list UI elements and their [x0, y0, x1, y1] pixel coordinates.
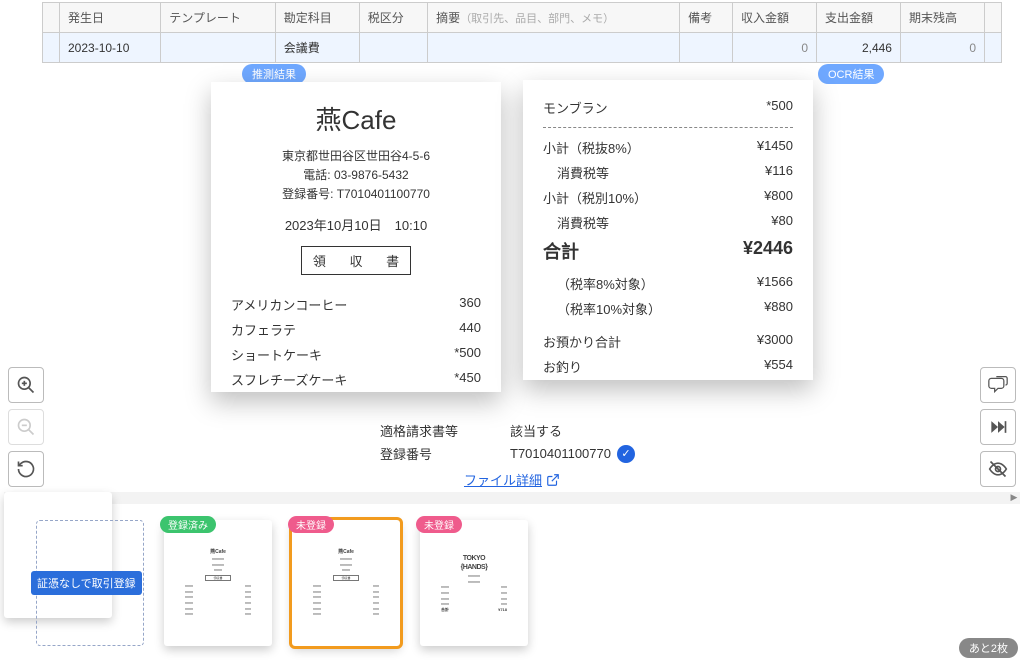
mini-receipt-preview: 燕Cafe xxxxxxxxxxxxxxxx 領収書 xxxxxxx xxxxx…: [183, 549, 253, 617]
store-info: 東京都世田谷区世田谷4-5-6 電話: 03-9876-5432 登録番号: T…: [231, 147, 481, 205]
receipt-title: 領 収 書: [301, 246, 411, 275]
receipt-preview-right: モンブラン*500 小計（税抜8%）¥1450 消費税等¥116 小計（税別10…: [523, 80, 813, 380]
external-link-icon: [546, 473, 560, 487]
toolbar-right: [980, 367, 1016, 487]
scroll-right-icon[interactable]: ▶: [1008, 492, 1020, 504]
horizontal-scrollbar[interactable]: ◀ ▶: [4, 492, 1020, 504]
th-account[interactable]: 勘定科目: [275, 3, 359, 33]
zoom-out-button[interactable]: [8, 409, 44, 445]
ocr-badge: OCR結果: [818, 64, 884, 84]
toolbar-left: [8, 367, 44, 487]
thumbnail-registered[interactable]: 登録済み 燕Cafe xxxxxxxxxxxxxxxx 領収書 xxxxxxx …: [164, 520, 272, 646]
inference-badge: 推測結果: [242, 64, 306, 84]
status-badge-pending: 未登録: [288, 516, 334, 533]
mini-receipt-preview: TOKYO{HANDS} xxxxxxxxxxxx xxxxxxx xxxxxx…: [439, 554, 509, 613]
subtotal-8: 小計（税抜8%）¥1450: [543, 138, 793, 157]
th-date[interactable]: 発生日: [60, 3, 161, 33]
transaction-table: 発生日 テンプレート 勘定科目 税区分 摘要（取引先、品目、部門、メモ） 備考 …: [42, 2, 1002, 63]
tax-8: 消費税等¥116: [543, 163, 793, 182]
tax-target-10: （税率10%対象）¥880: [543, 299, 793, 318]
thumbnail-strip: 証憑なしで取引登録 登録済み 燕Cafe xxxxxxxxxxxxxxxx 領収…: [0, 512, 1024, 654]
line-item: モンブラン*500: [543, 98, 793, 117]
meta-regno-label: 登録番号: [380, 444, 470, 463]
thumbnail-selected[interactable]: 未登録 燕Cafe xxxxxxxxxxxxxxxx 領収書 xxxxxxx x…: [292, 520, 400, 646]
th-summary[interactable]: 摘要（取引先、品目、部門、メモ）: [428, 3, 680, 33]
check-icon: ✓: [617, 445, 635, 463]
subtotal-10: 小計（税別10%）¥800: [543, 188, 793, 207]
table-row[interactable]: 2023-10-10 会議費 0 2,446 0: [43, 33, 1002, 63]
cell-account[interactable]: 会議費: [275, 33, 359, 63]
store-name: 燕Cafe: [231, 100, 481, 137]
receipt-datetime: 2023年10月10日 10:10: [231, 215, 481, 234]
total-line: 合計¥2446: [543, 238, 793, 264]
line-item: アメリカンコーヒー360: [231, 295, 481, 314]
skip-forward-button[interactable]: [980, 409, 1016, 445]
meta-invoice-value: 該当する: [510, 421, 562, 440]
col-handle: [985, 3, 1002, 33]
th-balance[interactable]: 期末残高: [900, 3, 984, 33]
th-remarks[interactable]: 備考: [680, 3, 733, 33]
receipt-metadata: 適格請求書等 該当する 登録番号 T7010401100770 ✓: [380, 421, 635, 467]
remaining-count-badge: あと2枚: [959, 638, 1018, 658]
cell-template[interactable]: [161, 33, 275, 63]
cell-expense[interactable]: 2,446: [817, 33, 901, 63]
th-expense[interactable]: 支出金額: [817, 3, 901, 33]
line-item: ショートケーキ*500: [231, 345, 481, 364]
meta-invoice-label: 適格請求書等: [380, 421, 470, 440]
receipt-viewer: 燕Cafe 東京都世田谷区世田谷4-5-6 電話: 03-9876-5432 登…: [0, 82, 1024, 487]
th-template[interactable]: テンプレート: [161, 3, 275, 33]
status-badge-done: 登録済み: [160, 516, 216, 533]
mini-receipt-preview: 燕Cafe xxxxxxxxxxxxxxxx 領収書 xxxxxxx xxxxx…: [311, 549, 381, 617]
change-line: お釣り¥554: [543, 357, 793, 376]
no-evidence-slot[interactable]: 証憑なしで取引登録: [36, 520, 144, 646]
cell-tax[interactable]: [359, 33, 427, 63]
paid-line: お預かり合計¥3000: [543, 332, 793, 351]
cell-balance[interactable]: 0: [900, 33, 984, 63]
cell-remarks[interactable]: [680, 33, 733, 63]
tax-10: 消費税等¥80: [543, 213, 793, 232]
tax-target-8: （税率8%対象）¥1566: [543, 274, 793, 293]
cell-summary[interactable]: [428, 33, 680, 63]
line-item: カフェラテ440: [231, 320, 481, 339]
line-item: スフレチーズケーキ*450: [231, 370, 481, 389]
th-income[interactable]: 収入金額: [733, 3, 817, 33]
comment-button[interactable]: [980, 367, 1016, 403]
cell-income[interactable]: 0: [733, 33, 817, 63]
meta-regno-value: T7010401100770 ✓: [510, 445, 635, 463]
th-tax[interactable]: 税区分: [359, 3, 427, 33]
col-handle: [43, 3, 60, 33]
file-detail-link[interactable]: ファイル詳細: [464, 470, 560, 489]
cell-date[interactable]: 2023-10-10: [60, 33, 161, 63]
zoom-in-button[interactable]: [8, 367, 44, 403]
status-badge-pending: 未登録: [416, 516, 462, 533]
thumbnail-pending[interactable]: 未登録 TOKYO{HANDS} xxxxxxxxxxxx xxxxxxx xx…: [420, 520, 528, 646]
no-evidence-button[interactable]: 証憑なしで取引登録: [31, 571, 142, 595]
receipt-preview-left: 燕Cafe 東京都世田谷区世田谷4-5-6 電話: 03-9876-5432 登…: [211, 82, 501, 392]
